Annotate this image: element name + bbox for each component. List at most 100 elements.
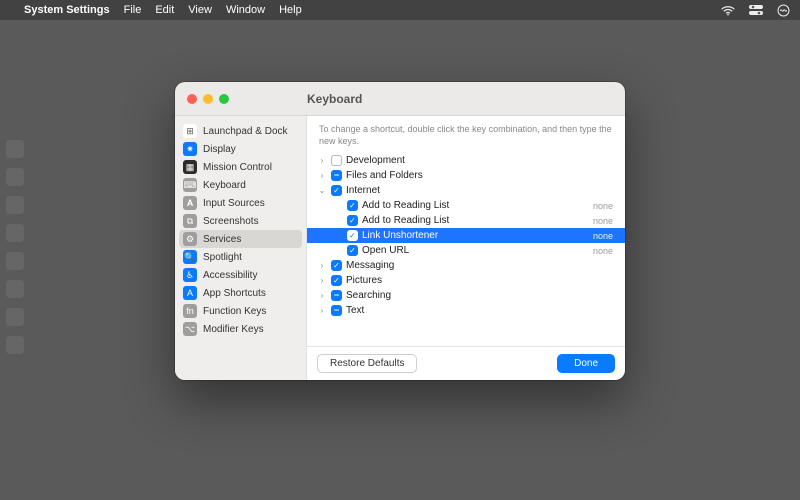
sidebar-item-screenshots[interactable]: ⧉ Screenshots xyxy=(175,212,306,230)
service-label: Text xyxy=(346,305,615,316)
service-shortcut[interactable]: none xyxy=(593,201,615,211)
disclosure-chevron-icon[interactable]: › xyxy=(317,306,327,315)
disclosure-chevron-icon[interactable]: › xyxy=(317,261,327,270)
service-item-row[interactable]: Link Unshortener none xyxy=(307,228,625,243)
sidebar-item-launchpad[interactable]: ⊞ Launchpad & Dock xyxy=(175,122,306,140)
spotlight-icon: 🔍 xyxy=(183,250,197,264)
display-icon: ✷ xyxy=(183,142,197,156)
close-button[interactable] xyxy=(187,94,197,104)
control-center-icon[interactable] xyxy=(749,5,763,15)
sidebar-item-label: Services xyxy=(203,234,241,245)
menu-bar: System Settings File Edit View Window He… xyxy=(0,0,800,20)
service-group-row[interactable]: › Files and Folders xyxy=(307,168,625,183)
service-group-row[interactable]: ›Development xyxy=(307,153,625,168)
menubar-help[interactable]: Help xyxy=(279,4,302,16)
disclosure-chevron-icon[interactable]: › xyxy=(317,171,327,180)
disclosure-chevron-icon[interactable]: ⌄ xyxy=(317,186,327,195)
menubar-view[interactable]: View xyxy=(188,4,212,16)
sidebar-item-label: Screenshots xyxy=(203,216,259,227)
service-checkbox[interactable] xyxy=(331,170,342,181)
input-icon: 𝐀 xyxy=(183,196,197,210)
service-group-row[interactable]: ⌄ Internet xyxy=(307,183,625,198)
service-group-row[interactable]: › Pictures xyxy=(307,273,625,288)
fn-icon: fn xyxy=(183,304,197,318)
window-titlebar[interactable]: Keyboard xyxy=(175,82,625,116)
disclosure-chevron-icon[interactable]: › xyxy=(317,276,327,285)
menubar-edit[interactable]: Edit xyxy=(155,4,174,16)
minimize-button[interactable] xyxy=(203,94,213,104)
service-checkbox[interactable] xyxy=(331,275,342,286)
service-label: Files and Folders xyxy=(346,170,615,181)
sidebar-item-accessibility[interactable]: ♿︎ Accessibility xyxy=(175,266,306,284)
service-item-row[interactable]: Add to Reading List none xyxy=(307,198,625,213)
service-checkbox[interactable] xyxy=(331,305,342,316)
service-label: Add to Reading List xyxy=(362,200,589,211)
sidebar-item-label: Input Sources xyxy=(203,198,265,209)
sidebar-item-input[interactable]: 𝐀 Input Sources xyxy=(175,194,306,212)
zoom-button[interactable] xyxy=(219,94,229,104)
sidebar-item-label: Display xyxy=(203,144,236,155)
service-item-row[interactable]: Open URL none xyxy=(307,243,625,258)
service-label: Messaging xyxy=(346,260,615,271)
menubar-app[interactable]: System Settings xyxy=(24,4,110,16)
sidebar-item-label: Accessibility xyxy=(203,270,257,281)
restore-defaults-button[interactable]: Restore Defaults xyxy=(317,354,417,373)
sidebar-item-label: Spotlight xyxy=(203,252,242,263)
service-checkbox[interactable] xyxy=(331,260,342,271)
service-label: Internet xyxy=(346,185,615,196)
sidebar-item-label: Mission Control xyxy=(203,162,272,173)
wifi-icon[interactable] xyxy=(721,5,735,16)
service-checkbox[interactable] xyxy=(331,185,342,196)
sidebar-item-display[interactable]: ✷ Display xyxy=(175,140,306,158)
disclosure-chevron-icon[interactable]: › xyxy=(317,156,327,165)
service-checkbox[interactable] xyxy=(347,215,358,226)
sidebar-item-appshort[interactable]: A App Shortcuts xyxy=(175,284,306,302)
keyboard-settings-window: Keyboard ⊞ Launchpad & Dock ✷ Display ▦ Missi… xyxy=(175,82,625,380)
service-label: Searching xyxy=(346,290,615,301)
service-checkbox[interactable] xyxy=(347,230,358,241)
sidebar-item-label: Launchpad & Dock xyxy=(203,126,288,137)
service-checkbox[interactable] xyxy=(347,200,358,211)
sidebar-item-label: Keyboard xyxy=(203,180,246,191)
keyboard-icon: ⌨ xyxy=(183,178,197,192)
accessibility-icon: ♿︎ xyxy=(183,268,197,282)
service-shortcut[interactable]: none xyxy=(593,231,615,241)
sheet-footer: Restore Defaults Done xyxy=(307,346,625,380)
sidebar-item-label: Function Keys xyxy=(203,306,266,317)
service-checkbox[interactable] xyxy=(347,245,358,256)
service-label: Link Unshortener xyxy=(362,230,589,241)
services-list[interactable]: ›Development›Files and Folders⌄InternetA… xyxy=(307,153,625,346)
shortcuts-sidebar[interactable]: ⊞ Launchpad & Dock ✷ Display ▦ Mission Contro… xyxy=(175,116,307,380)
menubar-file[interactable]: File xyxy=(124,4,142,16)
menubar-window[interactable]: Window xyxy=(226,4,265,16)
launchpad-icon: ⊞ xyxy=(183,124,197,138)
service-group-row[interactable]: › Text xyxy=(307,303,625,318)
screenshots-icon: ⧉ xyxy=(183,214,197,228)
appshort-icon: A xyxy=(183,286,197,300)
mission-icon: ▦ xyxy=(183,160,197,174)
sidebar-item-keyboard[interactable]: ⌨ Keyboard xyxy=(175,176,306,194)
sidebar-item-mission[interactable]: ▦ Mission Control xyxy=(175,158,306,176)
service-label: Open URL xyxy=(362,245,589,256)
sidebar-item-fn[interactable]: fn Function Keys xyxy=(175,302,306,320)
service-item-row[interactable]: Add to Reading List none xyxy=(307,213,625,228)
sidebar-item-label: Modifier Keys xyxy=(203,324,264,335)
sidebar-item-modifier[interactable]: ⌥ Modifier Keys xyxy=(175,320,306,338)
service-shortcut[interactable]: none xyxy=(593,216,615,226)
sidebar-item-services[interactable]: ⚙Services xyxy=(179,230,302,248)
sidebar-item-spotlight[interactable]: 🔍 Spotlight xyxy=(175,248,306,266)
service-label: Pictures xyxy=(346,275,615,286)
modifier-icon: ⌥ xyxy=(183,322,197,336)
service-checkbox[interactable] xyxy=(331,155,342,166)
service-label: Add to Reading List xyxy=(362,215,589,226)
done-button[interactable]: Done xyxy=(557,354,615,373)
window-title: Keyboard xyxy=(307,92,362,106)
sidebar-item-label: App Shortcuts xyxy=(203,288,266,299)
disclosure-chevron-icon[interactable]: › xyxy=(317,291,327,300)
service-group-row[interactable]: › Searching xyxy=(307,288,625,303)
service-group-row[interactable]: › Messaging xyxy=(307,258,625,273)
siri-icon[interactable] xyxy=(777,4,790,17)
service-checkbox[interactable] xyxy=(331,290,342,301)
hint-text: To change a shortcut, double click the k… xyxy=(307,116,625,153)
service-shortcut[interactable]: none xyxy=(593,246,615,256)
